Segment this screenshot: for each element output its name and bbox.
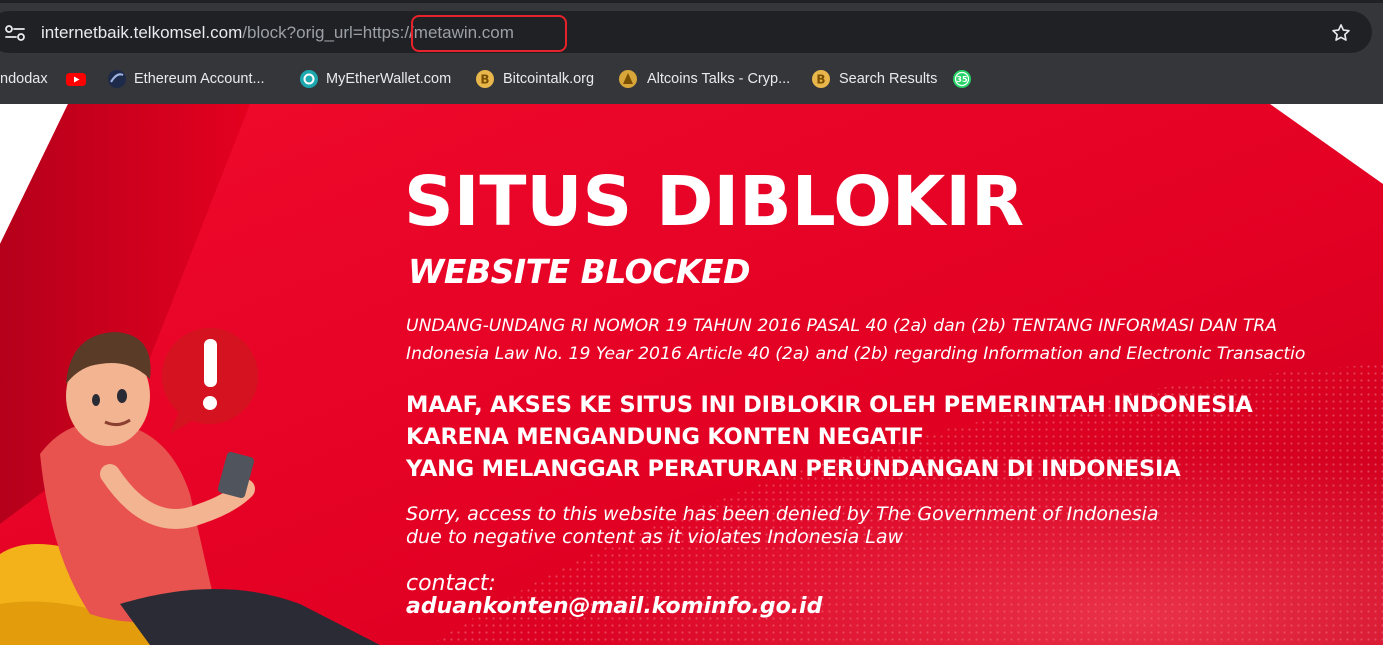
english-notice-line: due to negative content as it violates I… [406, 526, 904, 548]
english-notice-line: Sorry, access to this website has been d… [406, 503, 1159, 525]
law-reference-id: UNDANG-UNDANG RI NOMOR 19 TAHUN 2016 PAS… [406, 316, 1278, 336]
whatsapp-icon: 35 [953, 70, 971, 88]
svg-text:B: B [816, 73, 825, 87]
warning-line: YANG MELANGGAR PERATURAN PERUNDANGAN DI … [406, 456, 1181, 482]
bookmarks-bar: ndodax Ethereum Account... MyEtherWallet… [0, 66, 1383, 92]
contact-email[interactable]: aduankonten@mail.kominfo.go.id [406, 593, 822, 621]
star-outline-icon[interactable] [1330, 22, 1352, 44]
page-subtitle: WEBSITE BLOCKED [408, 252, 750, 291]
man-with-phone-illustration [0, 328, 380, 645]
warning-line: KARENA MENGANDUNG KONTEN NEGATIF [406, 424, 924, 450]
bookmark-label: Bitcointalk.org [503, 71, 595, 87]
etherscan-icon [108, 70, 126, 88]
url-highlight-annotation [411, 15, 567, 52]
bookmark-label: Ethereum Account... [134, 71, 265, 87]
bookmark-whatsapp[interactable]: 35 [952, 66, 976, 92]
whatsapp-badge: 35 [956, 75, 968, 84]
bookmark-label: MyEtherWallet.com [326, 71, 452, 87]
bookmark-youtube[interactable] [66, 66, 90, 92]
tab-strip-edge [0, 0, 1383, 3]
url-host: internetbaik.telkomsel.com [41, 23, 243, 42]
bitcoin-icon: B [812, 70, 830, 88]
page-title: SITUS DIBLOKIR [404, 162, 1025, 242]
svg-text:B: B [480, 73, 489, 87]
tune-icon[interactable] [4, 24, 26, 42]
myetherwallet-icon [300, 70, 318, 88]
browser-chrome: internetbaik.telkomsel.com/block?orig_ur… [0, 0, 1383, 104]
bookmark-label: Search Results [839, 71, 938, 87]
blocked-page: SITUS DIBLOKIR WEBSITE BLOCKED UNDANG-UN… [0, 104, 1383, 645]
bitcoin-icon: B [476, 70, 494, 88]
warning-line: MAAF, AKSES KE SITUS INI DIBLOKIR OLEH P… [406, 392, 1253, 418]
youtube-icon [66, 73, 86, 86]
bookmark-label: ndodax [0, 71, 48, 87]
bookmark-label: Altcoins Talks - Cryp... [647, 71, 791, 87]
law-reference-en: Indonesia Law No. 19 Year 2016 Article 4… [406, 344, 1306, 364]
altcoins-icon [619, 70, 637, 88]
